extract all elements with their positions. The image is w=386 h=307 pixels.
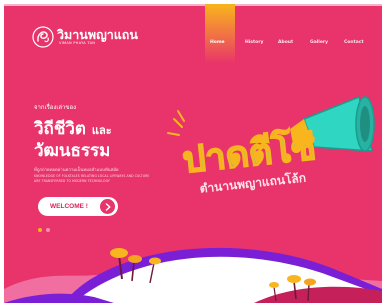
page-frame: วิมานพญาแถน VIMAN PHAYA TAN Home History… [4,4,382,303]
headline-line2: วัฒนธรรม [34,141,111,161]
welcome-button[interactable]: WELCOME ! [38,197,118,216]
hero-desc-th: ที่ถูกถ่ายทอดผ่านความเป็นหมอลำแบบทันสมัย [34,168,119,173]
main-nav: Home History About Gallery Contact [200,4,382,64]
hero-headline: วิถีชีวิต และ วัฒนธรรม [34,119,112,162]
nav-about[interactable]: About [278,40,293,45]
hero-art: ปาดตีโซ่ ตำนานพญาแถนโล้ก [167,95,375,196]
sparkle-lines [167,110,185,136]
arrow-right-icon [100,199,115,214]
headline-line1-big: วิถีชีวิต [34,119,86,139]
nav-gallery[interactable]: Gallery [310,40,328,45]
nav-contact[interactable]: Contact [344,40,364,45]
hero-desc-en: KNOWLEDGE OF FOLKTALES RELATING LOCAL LI… [34,174,150,183]
welcome-button-label: WELCOME ! [50,203,88,210]
nav-history[interactable]: History [245,40,263,45]
headline-line1-small: และ [91,124,112,137]
brand-logo[interactable]: วิมานพญาแถน VIMAN PHAYA TAN [32,26,138,48]
nav-home[interactable]: Home [210,40,225,45]
hero-kicker: จากเรื่องเล่าของ [34,104,77,111]
hero-landscape [4,247,382,303]
naga-logo-icon [32,26,54,48]
brand-name: วิมานพญาแถน [57,27,138,42]
nav-active-indicator [205,4,235,64]
